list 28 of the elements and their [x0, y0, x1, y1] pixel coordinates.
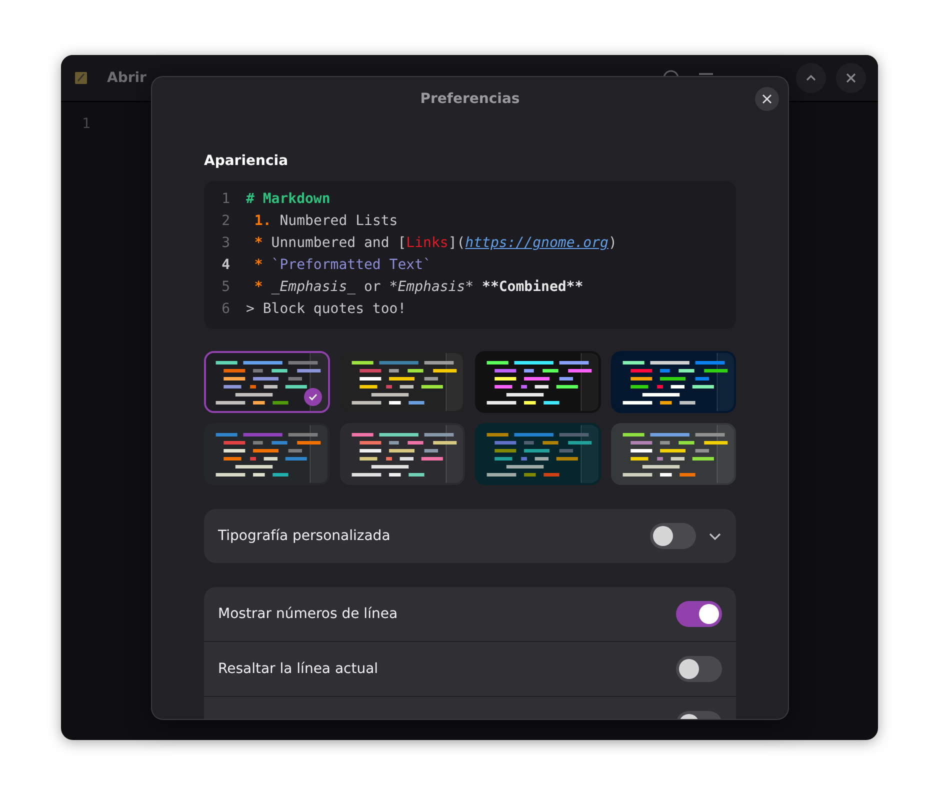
- dialog-title: Preferencias: [420, 91, 520, 107]
- line-number: 6: [220, 301, 231, 317]
- code-line: * `Preformatted Text`: [253, 257, 432, 273]
- close-icon: [845, 72, 857, 84]
- toggle-switch[interactable]: [676, 656, 722, 682]
- setting-label: Mostrar números de línea: [218, 606, 399, 622]
- line-number: 1: [220, 191, 231, 207]
- code-line: * _Emphasis_ or *Emphasis* **Combined**: [253, 279, 584, 295]
- note-icon[interactable]: [73, 70, 89, 86]
- line-number: 4: [220, 257, 231, 273]
- code-line: # Markdown: [246, 191, 330, 207]
- code-line: * Unnumbered and [Links](https://gnome.org): [253, 235, 617, 251]
- line-number: 1: [81, 115, 92, 132]
- toggle-switch[interactable]: [676, 601, 722, 627]
- line-number: 2: [220, 213, 231, 229]
- line-number: 3: [220, 235, 231, 251]
- setting-label: Resaltar la línea actual: [218, 661, 380, 677]
- close-icon: [762, 94, 772, 104]
- close-button[interactable]: [755, 87, 779, 111]
- open-button[interactable]: Abrir: [107, 70, 146, 86]
- toggle-switch[interactable]: [650, 523, 696, 549]
- line-number: 5: [220, 279, 231, 295]
- code-line: > Block quotes too!: [246, 301, 406, 317]
- setting-label: Tipografía personalizada: [218, 528, 392, 544]
- close-button[interactable]: [836, 63, 866, 93]
- section-title: Apariencia: [204, 153, 290, 169]
- maximize-button[interactable]: [796, 63, 826, 93]
- code-line: 1. Numbered Lists: [253, 213, 398, 229]
